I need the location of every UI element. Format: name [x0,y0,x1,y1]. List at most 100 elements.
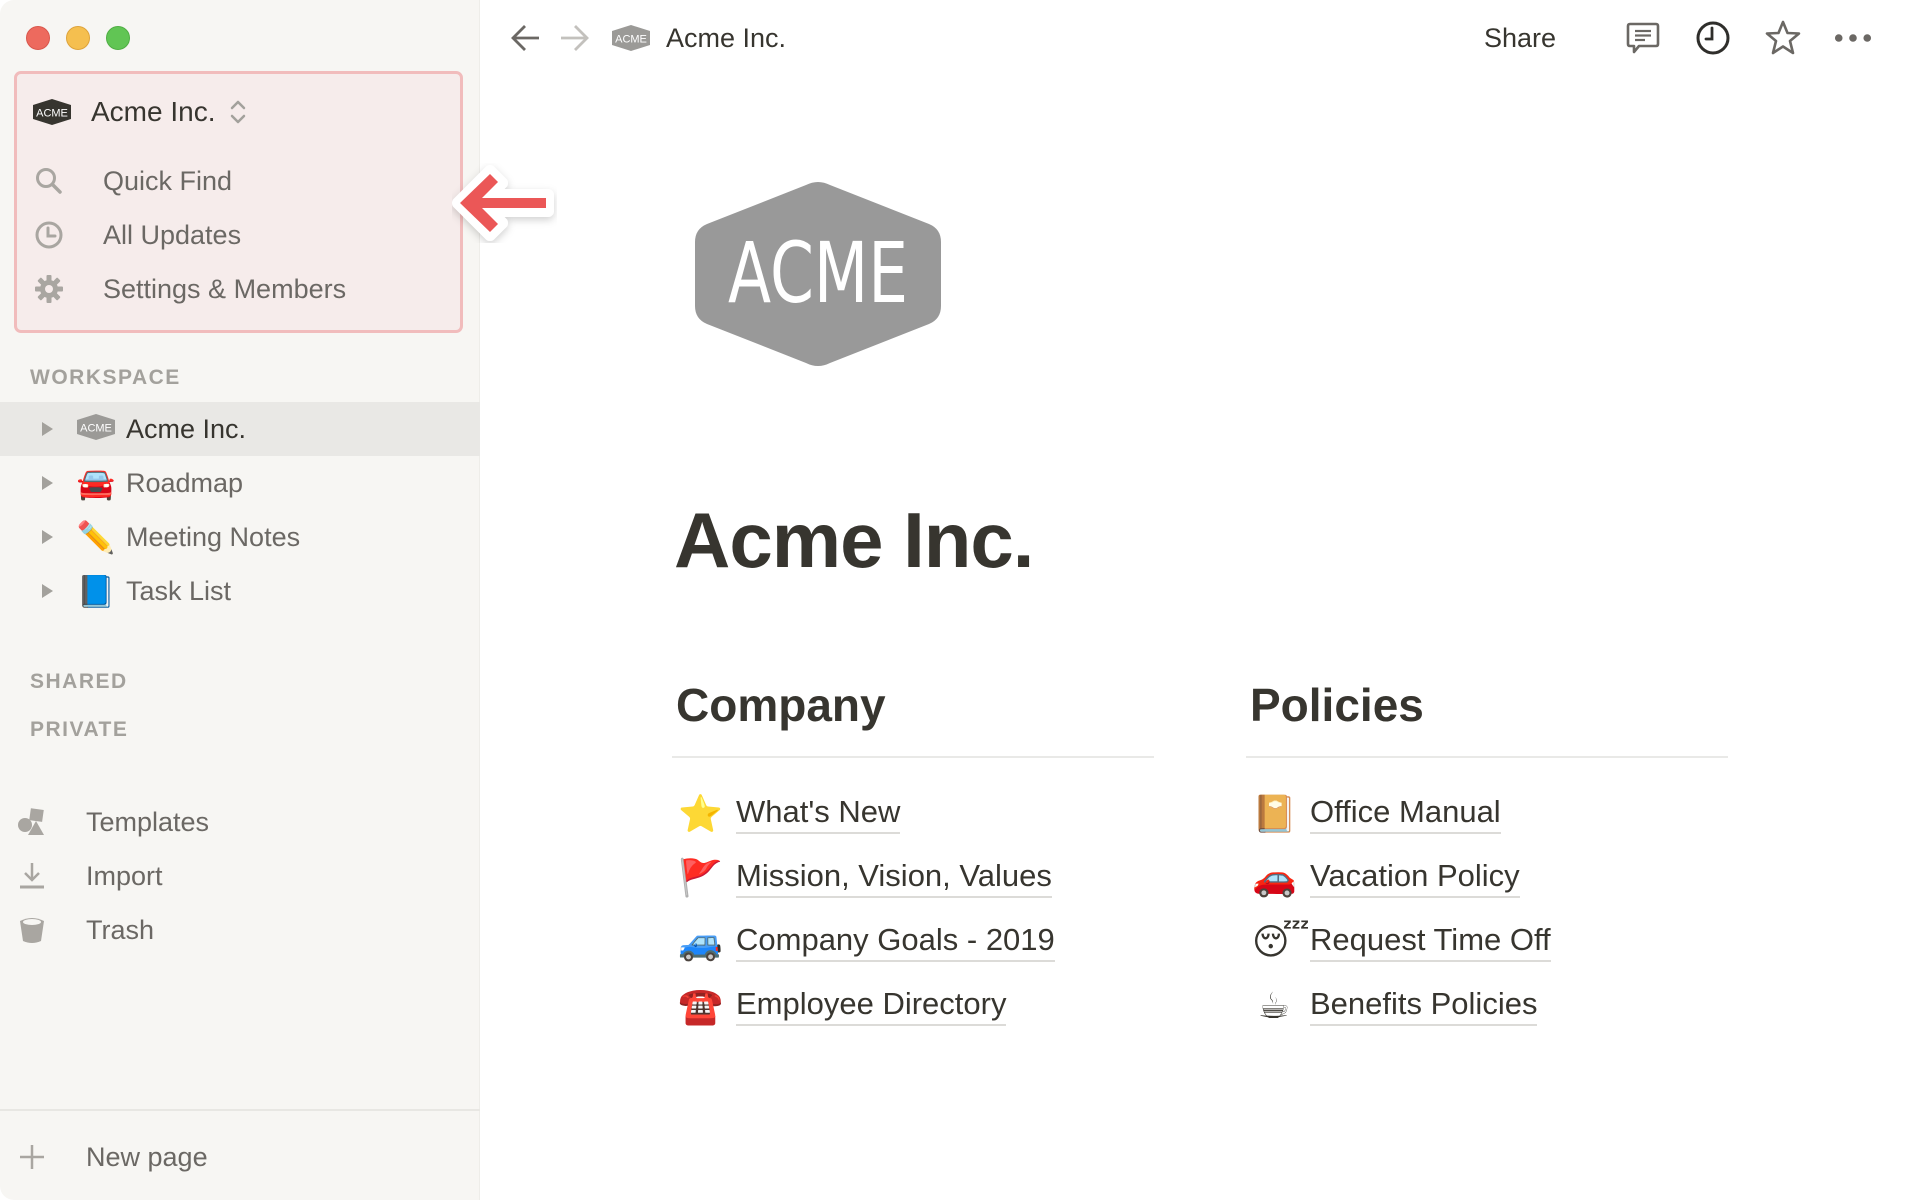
page-link-benefits-policies[interactable]: ☕ Benefits Policies [1246,974,1728,1038]
page-link-company-goals[interactable]: 🚙 Company Goals - 2019 [672,910,1154,974]
templates-icon [16,806,48,838]
car-front-icon: 🚘 [76,465,116,501]
section-label-shared[interactable]: SHARED [30,670,128,694]
sidebar-item-import[interactable]: Import [16,849,209,903]
forward-arrow-icon[interactable] [556,20,592,56]
expand-triangle-icon[interactable] [38,582,56,600]
page-title[interactable]: Acme Inc. [674,495,1034,586]
trash-icon [16,914,48,946]
page-link-label[interactable]: What's New [736,794,901,834]
telephone-icon: ☎️ [678,985,723,1026]
maximize-window-button[interactable] [106,26,130,50]
chevron-up-down-icon [231,100,246,124]
sidebar-page-label: Roadmap [126,467,244,498]
sidebar-item-label: Templates [86,806,210,837]
gear-icon [33,273,65,305]
sidebar-item-templates[interactable]: Templates [16,795,209,849]
breadcrumb[interactable]: ACME Acme Inc. [612,18,786,58]
page-link-employee-directory[interactable]: ☎️ Employee Directory [672,974,1154,1038]
page-link-label[interactable]: Request Time Off [1310,922,1551,962]
svg-text:ACME: ACME [615,34,647,46]
minimize-window-button[interactable] [66,26,90,50]
page-link-label[interactable]: Vacation Policy [1310,858,1520,898]
sidebar-item-trash[interactable]: Trash [16,903,209,957]
page-link-label[interactable]: Company Goals - 2019 [736,922,1055,962]
search-icon [33,165,65,197]
sidebar-bottom-items: Templates Import Trash [16,795,209,957]
back-arrow-icon[interactable] [508,20,544,56]
section-label-workspace[interactable]: WORKSPACE [30,366,181,390]
topbar-actions: Share [1484,16,1872,60]
sidebar-item-label: Trash [86,914,155,945]
column-company: Company ⭐ What's New 🚩 Mission, Vision, … [672,670,1154,1038]
close-window-button[interactable] [26,26,50,50]
page-link-mission-vision-values[interactable]: 🚩 Mission, Vision, Values [672,846,1154,910]
page-link-label[interactable]: Employee Directory [736,986,1007,1026]
sidebar-item-label: All Updates [103,219,242,250]
sidebar-item-settings-members[interactable]: Settings & Members [33,262,346,316]
page-link-office-manual[interactable]: 📔 Office Manual [1246,782,1728,846]
sidebar-page-roadmap[interactable]: 🚘 Roadmap [0,456,480,510]
section-label-private[interactable]: PRIVATE [30,718,128,742]
plus-icon [16,1141,48,1173]
sidebar-page-acme-inc[interactable]: ACME Acme Inc. [0,402,480,456]
sidebar-page-label: Meeting Notes [126,521,301,552]
star-icon: ⭐ [678,793,723,834]
sidebar-item-label: Settings & Members [103,273,347,304]
comments-icon[interactable] [1624,19,1662,57]
page-link-label[interactable]: Mission, Vision, Values [736,858,1052,898]
sidebar-item-label: Import [86,860,163,891]
page-link-label[interactable]: Benefits Policies [1310,986,1538,1026]
page-link-whats-new[interactable]: ⭐ What's New [672,782,1154,846]
new-page-button[interactable]: New page [16,1130,208,1184]
sidebar-divider [0,1109,480,1111]
new-page-label: New page [86,1141,208,1172]
sidebar-item-quick-find[interactable]: Quick Find [33,154,346,208]
notebook-icon: 📔 [1252,793,1297,834]
expand-triangle-icon[interactable] [38,474,56,492]
expand-triangle-icon[interactable] [38,420,56,438]
column-heading: Company [676,679,886,731]
app-window: ACME Acme Inc. Quick Find All Updates Se… [0,0,1920,1200]
favorite-star-icon[interactable] [1764,19,1802,57]
svg-text:ACME: ACME [80,422,112,434]
workspace-name: Acme Inc. [91,96,216,127]
sidebar: ACME Acme Inc. Quick Find All Updates Se… [0,0,480,1200]
workspace-switcher[interactable]: ACME Acme Inc. [33,92,247,132]
blue-book-icon: 📘 [76,573,116,609]
sidebar-page-label: Task List [126,575,232,606]
svg-text:ACME: ACME [36,108,68,120]
share-button[interactable]: Share [1484,23,1556,54]
blue-car-icon: 🚙 [678,921,723,962]
divider [1246,756,1728,758]
page-link-vacation-policy[interactable]: 🚗 Vacation Policy [1246,846,1728,910]
acme-logo-icon: ACME [76,413,116,445]
sidebar-page-label: Acme Inc. [126,413,247,444]
page-link-request-time-off[interactable]: 😴 Request Time Off [1246,910,1728,974]
sidebar-top-items: Quick Find All Updates Settings & Member… [33,154,346,316]
coffee-icon: ☕ [1257,985,1291,1026]
expand-triangle-icon[interactable] [38,528,56,546]
acme-logo-icon: ACME [33,99,71,125]
pencil-icon: ✏️ [76,519,116,555]
sidebar-page-meeting-notes[interactable]: ✏️ Meeting Notes [0,510,480,564]
svg-text:ACME: ACME [728,224,908,322]
acme-logo-icon: ACME [612,25,650,51]
workspace-page-tree: ACME Acme Inc. 🚘 Roadmap ✏️ Meeting Note… [0,402,480,618]
divider [672,756,1154,758]
column-policies: Policies 📔 Office Manual 🚗 Vacation Poli… [1246,670,1728,1038]
page-link-label[interactable]: Office Manual [1310,794,1501,834]
sleeping-face-icon: 😴 [1252,921,1310,962]
column-heading: Policies [1250,679,1424,731]
highlighted-sidebar-region: ACME Acme Inc. Quick Find All Updates Se… [14,71,463,333]
window-controls [26,26,130,50]
flag-icon: 🚩 [678,857,723,898]
red-car-icon: 🚗 [1252,857,1297,898]
page-icon-acme-logo[interactable]: ACME [693,180,943,368]
sidebar-item-label: Quick Find [103,165,233,196]
sidebar-page-task-list[interactable]: 📘 Task List [0,564,480,618]
sidebar-item-all-updates[interactable]: All Updates [33,208,346,262]
history-clock-icon[interactable] [1694,19,1732,57]
more-icon[interactable] [1834,19,1872,57]
callout-arrow-icon [452,165,554,241]
